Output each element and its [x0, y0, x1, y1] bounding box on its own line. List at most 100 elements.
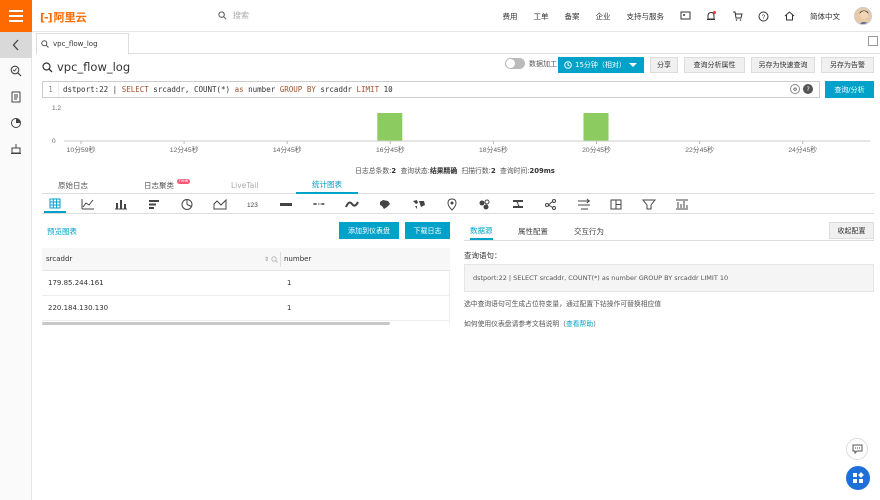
x-tick-label: 22分45秒: [685, 145, 714, 154]
query-attributes-button[interactable]: 查询分析属性: [684, 57, 745, 73]
column-header-number[interactable]: number: [284, 248, 311, 270]
tab-data-source[interactable]: 数据源: [470, 222, 493, 240]
logstore-tabbar: vpc_flow_log: [36, 32, 880, 55]
left-sidebar: [0, 32, 32, 500]
table-row: 220.184.130.130 1: [42, 296, 450, 321]
global-search[interactable]: 搜索: [218, 10, 249, 21]
settings-icon[interactable]: ⚙: [790, 84, 800, 94]
horizontal-scrollbar[interactable]: [42, 322, 390, 325]
document-icon[interactable]: [0, 84, 32, 110]
feedback-button[interactable]: [846, 438, 868, 460]
query-text[interactable]: dstport:22 | SELECT srcaddr, COUNT(*) as…: [59, 85, 393, 94]
tab-raw-logs[interactable]: 原始日志: [58, 177, 88, 194]
tab-vpc-flow-log[interactable]: vpc_flow_log: [36, 33, 129, 55]
help-icon[interactable]: ?: [757, 10, 769, 22]
chart-type-progress-icon[interactable]: [275, 196, 297, 213]
tab-statistics-chart[interactable]: 统计图表: [296, 177, 358, 194]
chart-type-funnel-icon[interactable]: [605, 196, 627, 213]
search-logs-icon[interactable]: [0, 58, 32, 84]
chart-type-time-series-icon[interactable]: [638, 196, 660, 213]
apps-button[interactable]: [846, 466, 870, 490]
chart-type-pie-icon[interactable]: [176, 196, 198, 213]
query-tools: ⚙ ?: [790, 84, 813, 94]
config-tabs: 数据源 属性配置 交互行为: [464, 222, 804, 240]
new-badge: new: [177, 179, 191, 184]
chart-type-tree-icon[interactable]: [573, 196, 595, 213]
dashboard-icon[interactable]: [0, 110, 32, 136]
aliyun-logo-mark-icon: [-]: [40, 10, 53, 24]
chart-type-treemap-icon[interactable]: [540, 196, 562, 213]
tab-interaction[interactable]: 交互行为: [574, 222, 604, 240]
nav-support[interactable]: 支持与服务: [627, 11, 665, 22]
screen-icon[interactable]: [679, 10, 691, 22]
nav-fees[interactable]: 费用: [503, 11, 518, 22]
chevron-down-icon: [629, 63, 637, 67]
y-tick-label: 1.2: [52, 105, 61, 112]
sort-icon[interactable]: ⇕: [264, 256, 269, 263]
toggle-label: 数据加工: [529, 59, 557, 68]
cell-number: 1: [287, 304, 292, 312]
cell-srcaddr: 179.85.244.161: [48, 279, 104, 287]
chart-type-number-icon[interactable]: 123: [242, 196, 264, 213]
alert-icon[interactable]: [0, 136, 32, 162]
column-header-srcaddr[interactable]: srcaddr: [46, 248, 72, 270]
tab-menu-icon[interactable]: [868, 36, 878, 46]
scanned-rows: 2: [490, 167, 496, 175]
cell-srcaddr: 220.184.130.130: [48, 304, 109, 312]
chart-type-china-map-icon[interactable]: [374, 196, 396, 213]
time-range-picker[interactable]: 15分钟（相对）: [558, 57, 644, 73]
user-avatar[interactable]: [854, 7, 872, 25]
chart-type-sankey-icon[interactable]: [507, 196, 529, 213]
chart-type-trend-icon[interactable]: [671, 196, 693, 213]
search-icon[interactable]: [271, 255, 278, 263]
hamburger-menu-icon[interactable]: [0, 0, 32, 32]
top-nav-links: 费用 工单 备案 企业 支持与服务 ? 简体中文: [495, 0, 880, 32]
apps-icon: [853, 472, 864, 483]
result-table: srcaddr ⇕ number 179.85.244.161 1 220.18…: [42, 248, 450, 324]
chart-type-horizontal-bar-icon[interactable]: [143, 196, 165, 213]
chart-type-map-icon[interactable]: [308, 196, 330, 213]
save-quick-search-button[interactable]: 另存为快速查询: [751, 57, 815, 73]
chart-type-line-icon[interactable]: [77, 196, 99, 213]
line-number: 1: [43, 82, 59, 97]
query-editor[interactable]: 1 dstport:22 | SELECT srcaddr, COUNT(*) …: [42, 81, 820, 98]
tab-log-cluster[interactable]: 日志聚类 new: [144, 177, 191, 194]
collapse-config-button[interactable]: 收起配置: [829, 222, 874, 239]
data-processing-toggle[interactable]: 数据加工: [505, 58, 557, 69]
share-button[interactable]: 分享: [650, 57, 678, 73]
tab-livetail[interactable]: LiveTail: [231, 177, 258, 194]
language-switch[interactable]: 简体中文: [810, 11, 840, 22]
cart-icon[interactable]: [731, 10, 743, 22]
chart-type-word-cloud-icon[interactable]: [474, 196, 496, 213]
view-help-link[interactable]: 查看帮助: [566, 320, 593, 328]
query-statement-box[interactable]: dstport:22 | SELECT srcaddr, COUNT(*) as…: [464, 264, 874, 292]
chart-type-world-map-icon[interactable]: [408, 196, 430, 213]
collapse-sidebar-icon[interactable]: [0, 32, 32, 58]
top-navigation-bar: [-] 阿里云 搜索 费用 工单 备案 企业 支持与服务 ? 简体中文: [0, 0, 880, 32]
chart-type-area-icon[interactable]: [209, 196, 231, 213]
bell-icon[interactable]: [705, 10, 717, 22]
chart-type-flow-icon[interactable]: [341, 196, 363, 213]
search-icon: [41, 40, 49, 48]
table-header: srcaddr ⇕ number: [42, 248, 450, 271]
page-title: vpc_flow_log: [42, 60, 130, 74]
chart-type-table-icon[interactable]: [44, 196, 66, 213]
chart-type-bar-icon[interactable]: [110, 196, 132, 213]
toggle-switch[interactable]: [505, 58, 525, 69]
tab-properties[interactable]: 属性配置: [518, 222, 548, 240]
nav-icp[interactable]: 备案: [565, 11, 580, 22]
nav-tickets[interactable]: 工单: [534, 11, 549, 22]
help-icon[interactable]: ?: [803, 84, 813, 94]
nav-enterprise[interactable]: 企业: [596, 11, 611, 22]
home-icon[interactable]: [783, 10, 795, 22]
add-to-dashboard-button[interactable]: 添加到仪表盘: [339, 222, 399, 239]
cell-number: 1: [287, 279, 292, 287]
search-placeholder: 搜索: [233, 11, 249, 20]
download-logs-button[interactable]: 下载日志: [405, 222, 450, 239]
search-analyze-button[interactable]: 查询/分析: [825, 81, 874, 98]
clock-icon: [564, 61, 572, 69]
aliyun-logo[interactable]: [-] 阿里云: [40, 9, 87, 25]
histogram-chart[interactable]: 1.2 0 10分59秒 12分45秒 14分45秒 16分45秒 18分45秒 20分45秒…: [42, 100, 874, 160]
save-as-alert-button[interactable]: 另存为告警: [821, 57, 874, 73]
chart-type-amap-icon[interactable]: [441, 196, 463, 213]
